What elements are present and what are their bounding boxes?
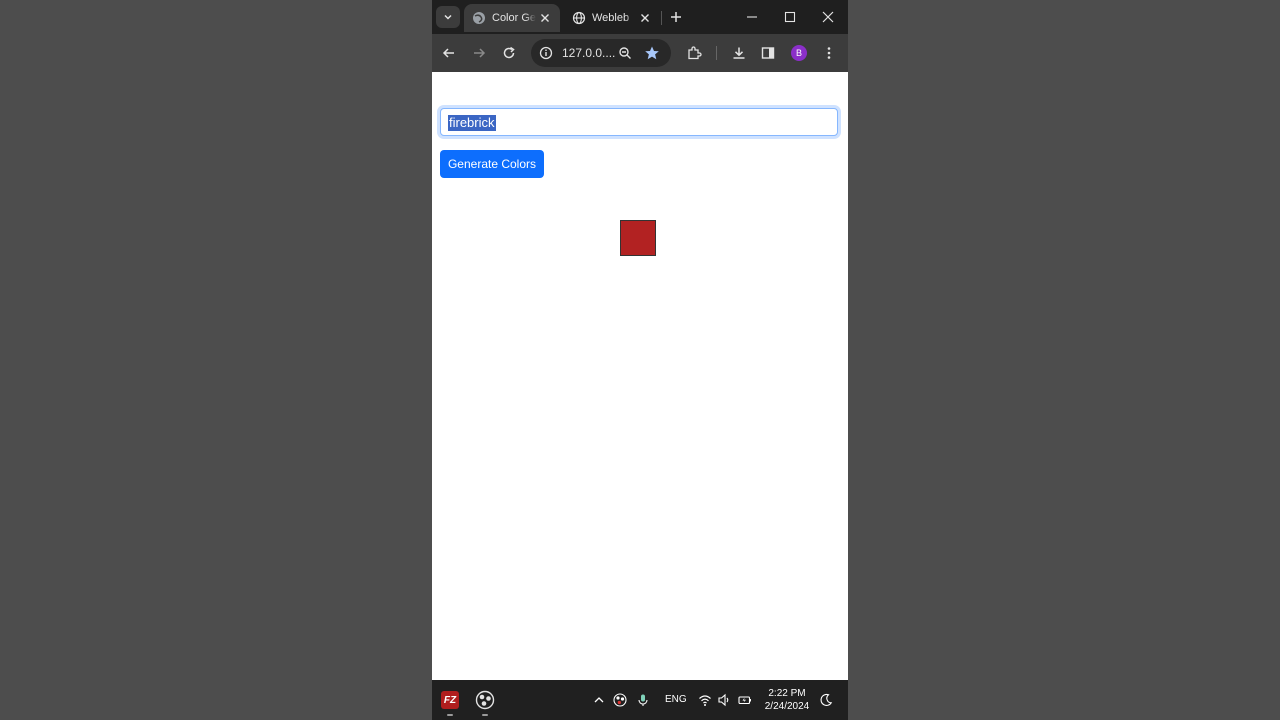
browser-toolbar: 127.0.0.... B bbox=[432, 34, 848, 72]
tab-webleb[interactable]: Webleb bbox=[564, 4, 660, 32]
running-indicator bbox=[447, 714, 453, 716]
selected-input-text: firebrick bbox=[448, 115, 496, 131]
generate-colors-button[interactable]: Generate Colors bbox=[440, 150, 544, 178]
side-panel-icon[interactable] bbox=[760, 45, 776, 61]
input-language[interactable]: ENG bbox=[665, 694, 687, 705]
color-swatch bbox=[620, 220, 656, 256]
reload-icon[interactable] bbox=[501, 45, 517, 61]
chevron-up-icon[interactable] bbox=[592, 693, 606, 707]
address-text: 127.0.0.... bbox=[562, 46, 616, 60]
clock-date: 2/24/2024 bbox=[764, 701, 810, 712]
zoom-icon[interactable] bbox=[618, 46, 632, 60]
extensions-puzzle-icon[interactable] bbox=[686, 45, 702, 61]
back-arrow-icon[interactable] bbox=[441, 45, 457, 61]
browser-window: Color Ge Webleb 127.0.0.... B firebrick … bbox=[432, 0, 848, 720]
battery-charging-icon[interactable] bbox=[738, 693, 752, 707]
color-name-input[interactable] bbox=[440, 108, 838, 136]
tab-search-button[interactable] bbox=[436, 6, 460, 28]
site-info-icon[interactable] bbox=[539, 46, 553, 60]
close-window-icon[interactable] bbox=[821, 10, 835, 24]
obs-app-icon[interactable] bbox=[475, 690, 495, 710]
obs-tray-icon[interactable] bbox=[613, 693, 627, 707]
tab-strip: Color Ge Webleb bbox=[432, 0, 848, 34]
maximize-icon[interactable] bbox=[783, 10, 797, 24]
more-menu-icon[interactable] bbox=[821, 45, 837, 61]
windows-taskbar: FZ ENG 2:22 PM 2/24/2024 bbox=[432, 680, 848, 720]
chevron-down-icon bbox=[444, 14, 452, 20]
toolbar-separator bbox=[716, 46, 717, 60]
profile-avatar[interactable]: B bbox=[791, 45, 807, 61]
tab-separator bbox=[661, 11, 662, 25]
clock-time: 2:22 PM bbox=[768, 688, 806, 699]
page-content: firebrick Generate Colors bbox=[432, 72, 848, 680]
globe-icon bbox=[572, 11, 586, 25]
address-bar[interactable]: 127.0.0.... bbox=[531, 39, 671, 67]
close-icon[interactable] bbox=[638, 11, 652, 25]
download-icon[interactable] bbox=[731, 45, 747, 61]
forward-arrow-icon[interactable] bbox=[471, 45, 487, 61]
filezilla-app-icon[interactable]: FZ bbox=[441, 691, 459, 709]
tab-color-generator[interactable]: Color Ge bbox=[464, 4, 560, 32]
moon-icon[interactable] bbox=[819, 693, 833, 707]
globe-icon bbox=[473, 12, 485, 24]
tab-title: Color Ge bbox=[492, 12, 536, 24]
clock[interactable]: 2:22 PM 2/24/2024 bbox=[758, 687, 816, 713]
new-tab-plus-icon[interactable] bbox=[668, 9, 684, 25]
volume-icon[interactable] bbox=[717, 693, 731, 707]
wifi-icon[interactable] bbox=[698, 693, 712, 707]
close-icon[interactable] bbox=[538, 11, 552, 25]
bookmark-star-icon[interactable] bbox=[644, 45, 660, 61]
running-indicator bbox=[482, 714, 488, 716]
minimize-icon[interactable] bbox=[745, 10, 759, 24]
tab-title: Webleb bbox=[592, 12, 630, 24]
microphone-icon[interactable] bbox=[636, 693, 650, 707]
